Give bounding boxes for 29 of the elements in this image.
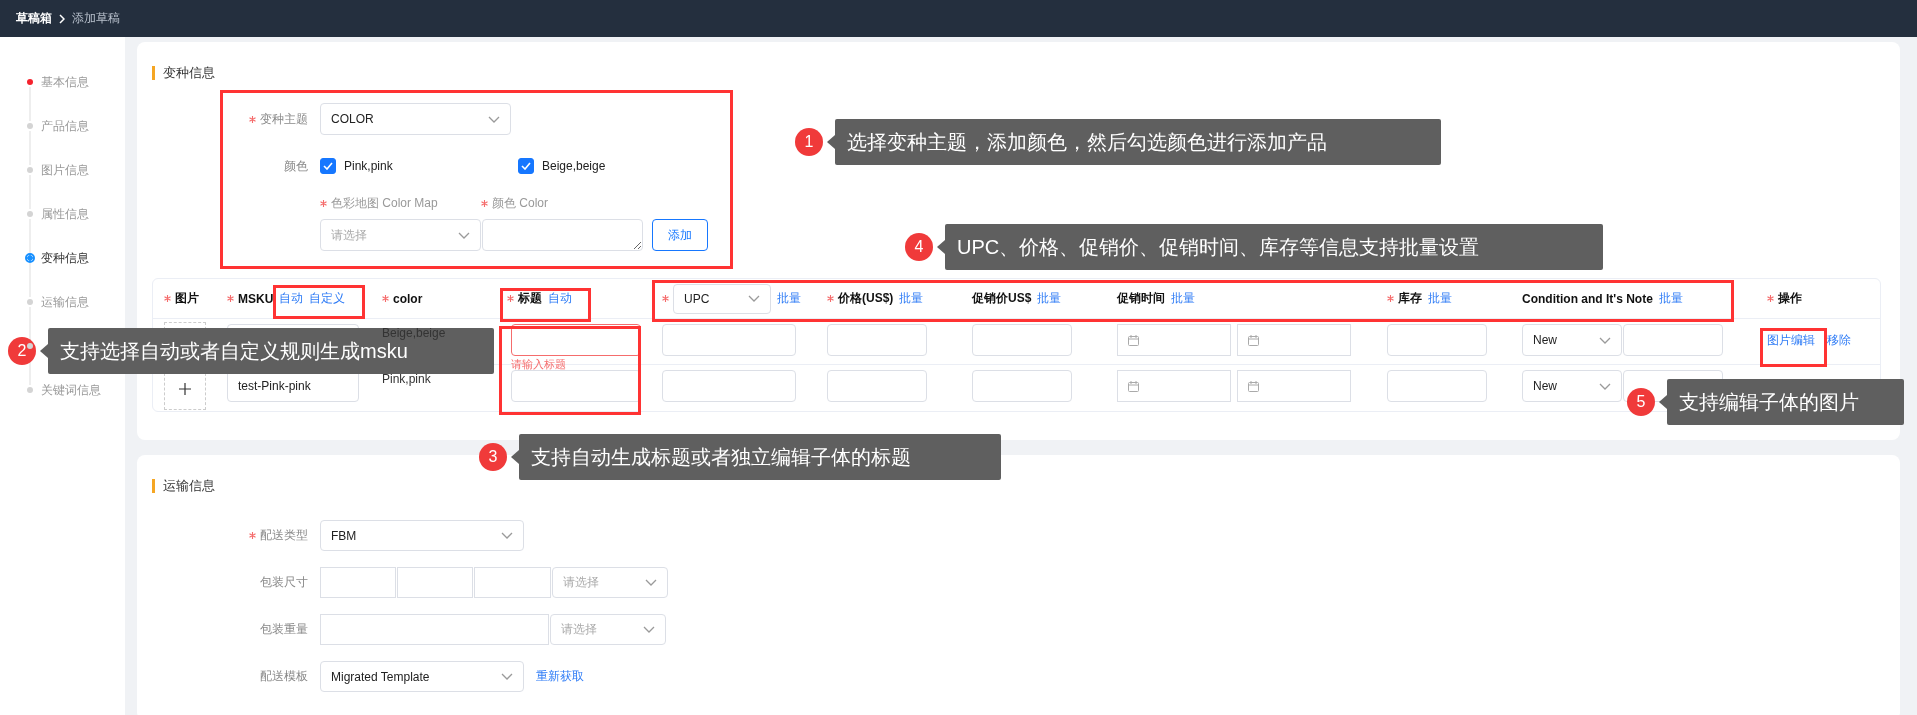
column-header: 价格(US$) (838, 290, 894, 307)
section-title: 变种信息 (163, 64, 215, 82)
color-value: Pink,pink (382, 372, 431, 386)
column-header: MSKU (238, 291, 274, 306)
column-header: 操作 (1778, 290, 1802, 307)
column-header: 图片 (175, 290, 199, 307)
field-label: 配送模板 (260, 668, 308, 685)
field-label: 颜色 Color (492, 194, 548, 212)
field-label: 包装尺寸 (260, 574, 308, 591)
error-message: 请输入标题 (511, 357, 566, 372)
column-header: color (393, 291, 423, 306)
field-label: 色彩地图 Color Map (331, 194, 438, 212)
field-label: 配送类型 (260, 527, 308, 544)
section-title: 运输信息 (163, 477, 215, 495)
field-label: 包装重量 (260, 621, 308, 638)
field-label: 颜色 (284, 157, 308, 175)
column-header: 促销价US$ (972, 290, 1032, 307)
tooltip: 支持编辑子体的图片 (1667, 379, 1904, 425)
checkbox-label: Pink,pink (344, 159, 393, 173)
column-header: 促销时间 (1117, 290, 1165, 307)
checkbox-label: Beige,beige (542, 159, 606, 173)
column-header: 库存 (1398, 290, 1422, 307)
tooltip: 支持自动生成标题或者独立编辑子体的标题 (519, 434, 1001, 480)
tooltip: 选择变种主题，添加颜色，然后勾选颜色进行添加产品 (835, 119, 1441, 165)
field-label: 变种主题 (260, 110, 308, 128)
step-number: 3 (479, 443, 507, 471)
column-header: 标题 (518, 290, 542, 307)
tooltip: UPC、价格、促销价、促销时间、库存等信息支持批量设置 (945, 224, 1603, 270)
column-header: Condition and It's Note (1522, 291, 1653, 306)
